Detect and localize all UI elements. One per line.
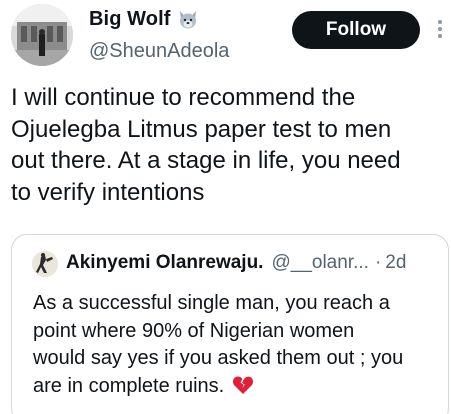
quoted-author-name[interactable]: Akinyemi Olanrewaju. — [66, 252, 263, 274]
author-avatar[interactable] — [11, 4, 73, 66]
tweet-text: I will continue to recommend the Ojueleg… — [11, 82, 443, 208]
follow-button[interactable]: Follow — [292, 11, 420, 49]
quoted-text-line: would say yes if you asked them out ; yo… — [33, 347, 404, 369]
more-vertical-icon[interactable] — [437, 20, 443, 40]
author-name-text: Big Wolf — [89, 8, 171, 30]
avatar-photo — [11, 4, 73, 66]
quoted-text-line: point where 90% of Nigerian women — [33, 319, 355, 342]
quoted-author-avatar[interactable] — [32, 251, 58, 277]
quoted-text-line-last: are in complete ruins. — [33, 373, 445, 401]
tweet-text-line: to verify intentions — [11, 178, 205, 206]
tweet-text-line: I will continue to recommend the — [11, 84, 356, 111]
quoted-text-line: As a successful single man, you reach a — [33, 292, 390, 314]
quoted-tweet-header: Akinyemi Olanrewaju. @__olanr... · 2d — [66, 252, 406, 274]
wolf-emoji-icon — [177, 9, 199, 31]
quoted-text-last-words: are in complete ruins. — [33, 374, 225, 397]
quoted-tweet-text: As a successful single man, you reach a … — [33, 290, 445, 400]
quoted-author-handle[interactable]: @__olanr... — [271, 252, 368, 274]
broken-heart-emoji-icon — [232, 375, 254, 395]
tweet: Big Wolf @SheunAdeola Follow I will cont… — [0, 0, 451, 414]
author-display-name[interactable]: Big Wolf — [89, 8, 199, 31]
tweet-text-line: out there. At a stage in life, you need — [11, 147, 401, 174]
quoted-avatar-photo — [32, 251, 58, 277]
author-handle[interactable]: @SheunAdeola — [89, 40, 229, 63]
tweet-text-line: Ojuelegba Litmus paper test to men — [11, 115, 392, 143]
header-separator: · — [374, 252, 382, 273]
quoted-tweet-card[interactable]: Akinyemi Olanrewaju. @__olanr... · 2d As… — [11, 234, 449, 414]
quoted-timestamp[interactable]: 2d — [385, 252, 406, 274]
